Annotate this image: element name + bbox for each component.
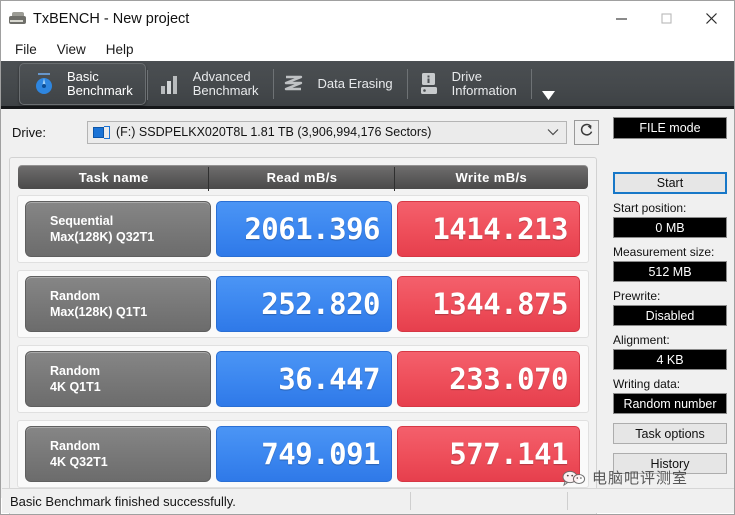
tab-basic-benchmark[interactable]: Basic Benchmark [19,62,148,105]
task-name-cell[interactable]: Random Max(128K) Q1T1 [25,276,211,332]
tab-strip: Basic Benchmark Advanced Benchmark Data … [1,61,734,109]
chevron-down-icon [547,123,559,141]
tab-overflow-chevron-down-icon[interactable] [539,63,559,105]
minimize-icon[interactable] [599,1,644,35]
prewrite-value[interactable]: Disabled [613,305,727,326]
status-divider [567,492,568,510]
measurement-size-label: Measurement size: [613,245,715,259]
task-name-line1: Sequential [50,213,114,228]
benchmark-results-panel: Task name Read mB/s Write mB/s Sequentia… [9,157,597,514]
tab-label-data-erasing: Data Erasing [317,75,393,91]
drive-info-icon [415,69,443,99]
alignment-value[interactable]: 4 KB [613,349,727,370]
column-header-read: Read mB/s [208,166,394,191]
menu-item-help[interactable]: Help [102,40,143,59]
task-name-line2: Max(128K) Q32T1 [50,229,155,244]
table-row: Random Max(128K) Q1T1 252.820 1344.875 [17,270,589,338]
measurement-size-value[interactable]: 512 MB [613,261,727,282]
read-value-cell: 252.820 [216,276,392,332]
read-value-cell: 2061.396 [216,201,392,257]
task-name-cell[interactable]: Random 4K Q32T1 [25,426,211,482]
writing-data-label: Writing data: [613,377,681,391]
start-position-label: Start position: [613,201,687,215]
tab-label-basic-benchmark: Basic Benchmark [67,68,133,98]
results-header-row: Task name Read mB/s Write mB/s [18,165,588,191]
bar-chart-icon [156,69,184,99]
gauge-icon [30,69,58,99]
alignment-label: Alignment: [613,333,670,347]
table-row: Sequential Max(128K) Q32T1 2061.396 1414… [17,195,589,263]
txbench-window: TxBENCH - New project File View Help Bas… [0,0,735,515]
refresh-drives-button[interactable] [574,119,599,145]
watermark-text: 电脑吧评测室 [592,469,689,487]
drive-icon [93,125,110,139]
drive-stack-icon [9,11,26,27]
read-value-cell: 36.447 [216,351,392,407]
write-value-cell: 1414.213 [397,201,580,257]
window-controls [599,1,734,35]
tab-label-advanced-benchmark: Advanced Benchmark [192,68,259,98]
title-bar: TxBENCH - New project [1,1,734,37]
column-header-task-name: Task name [78,169,149,185]
column-header-write: Write mB/s [393,166,588,191]
task-name-line2: Max(128K) Q1T1 [50,304,148,319]
start-position-value[interactable]: 0 MB [613,217,727,238]
close-icon[interactable] [689,1,734,35]
status-bar: Basic Benchmark finished successfully. [2,488,734,513]
file-mode-indicator[interactable]: FILE mode [613,117,727,139]
task-name-line1: Random [50,438,100,453]
watermark: 电脑吧评测室 [561,467,688,488]
task-name-line1: Random [50,363,100,378]
read-value-cell: 749.091 [216,426,392,482]
task-name-cell[interactable]: Sequential Max(128K) Q32T1 [25,201,211,257]
refresh-icon [578,121,595,143]
maximize-icon[interactable] [644,1,689,35]
menu-bar: File View Help [1,37,734,61]
drive-selected-value: (F:) SSDPELKX020T8L 1.81 TB (3,906,994,1… [116,125,432,139]
task-name-line2: 4K Q1T1 [50,379,101,394]
drive-select[interactable]: (F:) SSDPELKX020T8L 1.81 TB (3,906,994,1… [87,120,567,144]
prewrite-label: Prewrite: [613,289,661,303]
drive-label: Drive: [12,124,46,140]
write-value-cell: 577.141 [397,426,580,482]
tab-drive-information[interactable]: Drive Information [405,63,532,105]
eraser-waves-icon [281,69,309,99]
writing-data-value[interactable]: Random number [613,393,727,414]
tab-advanced-benchmark[interactable]: Advanced Benchmark [146,63,274,105]
table-row: Random 4K Q1T1 36.447 233.070 [17,345,589,413]
task-name-cell[interactable]: Random 4K Q1T1 [25,351,211,407]
table-row: Random 4K Q32T1 749.091 577.141 [17,420,589,488]
status-message: Basic Benchmark finished successfully. [10,493,236,509]
start-button[interactable]: Start [613,172,727,194]
menu-item-file[interactable]: File [11,40,46,59]
settings-sidebar: FILE mode Start Start position: 0 MB Mea… [613,117,729,474]
task-options-button[interactable]: Task options [613,423,727,444]
tab-label-drive-information: Drive Information [451,68,517,98]
task-name-line2: 4K Q32T1 [50,454,108,469]
write-value-cell: 233.070 [397,351,580,407]
window-title: TxBENCH - New project [33,11,190,27]
menu-item-view[interactable]: View [53,40,95,59]
main-content: Drive: (F:) SSDPELKX020T8L 1.81 TB (3,90… [1,109,734,514]
write-value-cell: 1344.875 [397,276,580,332]
task-name-line1: Random [50,288,100,303]
status-divider [410,492,411,510]
wechat-cat-logo-icon [561,468,587,488]
tab-data-erasing[interactable]: Data Erasing [271,63,408,105]
